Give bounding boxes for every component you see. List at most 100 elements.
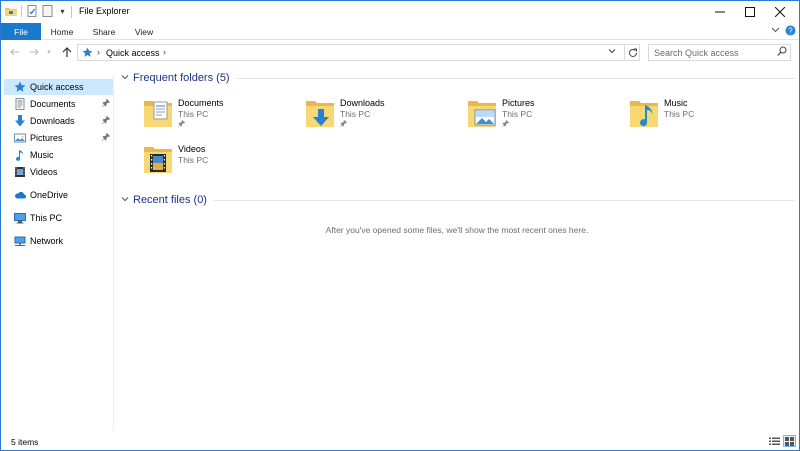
status-bar: 5 items (1, 433, 799, 450)
sidebar-item-documents[interactable]: Documents (4, 96, 113, 112)
address-bar[interactable]: › Quick access › (77, 44, 640, 61)
music-note-icon (14, 149, 26, 161)
download-arrow-icon (14, 115, 26, 127)
folder-tile-downloads[interactable]: Downloads This PC (305, 97, 455, 137)
title-divider (71, 6, 72, 18)
folder-tile-pictures[interactable]: Pictures This PC (467, 97, 617, 137)
sidebar-item-network[interactable]: Network (4, 233, 113, 249)
svg-text:?: ? (788, 26, 793, 35)
breadcrumb-chevron-icon[interactable]: › (97, 47, 100, 57)
pin-icon[interactable] (502, 120, 509, 129)
folder-app-icon[interactable] (5, 5, 17, 17)
forward-button[interactable] (27, 44, 41, 60)
quick-access-toolbar: ▾ (5, 5, 67, 17)
documents-folder-icon (14, 98, 26, 110)
qat-divider (21, 5, 22, 17)
sidebar-item-label: Videos (30, 167, 58, 177)
collapse-chevron-icon[interactable] (119, 73, 131, 83)
address-row: ▾ › Quick access › (1, 41, 799, 63)
up-button[interactable] (60, 44, 74, 60)
pin-icon[interactable] (102, 116, 110, 126)
folder-location: This PC (178, 109, 209, 119)
address-dropdown-icon[interactable] (608, 47, 616, 57)
folder-location: This PC (178, 155, 209, 165)
navigation-pane: Quick access Documents Downloads Picture… (1, 73, 114, 431)
folder-tile-music[interactable]: Music This PC (629, 97, 779, 137)
group-title: Frequent folders (5) (133, 72, 230, 84)
sidebar-item-label: Documents (30, 99, 76, 109)
expand-ribbon-icon[interactable] (771, 25, 780, 36)
content-pane: Frequent folders (5) Documents This PC D… (115, 63, 799, 433)
folder-location: This PC (664, 109, 695, 119)
folder-name: Pictures (502, 98, 535, 108)
quick-access-star-icon (82, 47, 93, 61)
folder-location: This PC (340, 109, 371, 119)
frequent-folders-group[interactable]: Frequent folders (5) (119, 72, 795, 84)
sidebar-item-label: OneDrive (30, 190, 69, 200)
search-input[interactable] (654, 47, 772, 58)
file-explorer-window: ▾ File Explorer File Home Share View ? ▾… (0, 0, 800, 451)
sidebar-item-pictures[interactable]: Pictures (4, 130, 113, 146)
sidebar-item-music[interactable]: Music (4, 147, 113, 163)
tab-file[interactable]: File (1, 23, 41, 40)
close-button[interactable] (763, 1, 797, 23)
properties-icon[interactable] (26, 5, 38, 17)
sidebar-item-label: Downloads (30, 116, 75, 126)
folder-name: Documents (178, 98, 224, 108)
back-button[interactable] (8, 44, 22, 60)
sidebar-item-quick-access[interactable]: Quick access (4, 79, 113, 95)
recent-locations-icon[interactable]: ▾ (44, 44, 54, 60)
sidebar-item-onedrive[interactable]: OneDrive (4, 187, 113, 203)
breadcrumb-quick-access[interactable]: Quick access (106, 48, 160, 58)
window-title: File Explorer (79, 6, 130, 16)
downloads-folder-icon (306, 101, 334, 127)
folder-location: This PC (502, 109, 533, 119)
sidebar-item-label: Quick access (30, 82, 84, 92)
folder-name: Music (664, 98, 688, 108)
sidebar-item-this-pc[interactable]: This PC (4, 210, 113, 226)
sidebar-item-label: This PC (30, 213, 63, 223)
sidebar-item-label: Network (30, 236, 64, 246)
sidebar-item-downloads[interactable]: Downloads (4, 113, 113, 129)
maximize-button[interactable] (733, 1, 767, 23)
pictures-folder-icon (14, 132, 26, 144)
tab-share[interactable]: Share (85, 23, 123, 40)
pin-icon[interactable] (340, 120, 347, 129)
search-icon[interactable] (777, 46, 787, 60)
tab-home[interactable]: Home (42, 23, 82, 40)
tab-view[interactable]: View (126, 23, 162, 40)
group-divider (212, 199, 795, 201)
details-view-button[interactable] (768, 435, 781, 447)
documents-folder-icon (144, 101, 172, 127)
sidebar-item-videos[interactable]: Videos (4, 164, 113, 180)
search-box[interactable] (648, 44, 791, 61)
monitor-icon (14, 212, 26, 224)
sidebar-item-label: Pictures (30, 133, 63, 143)
group-divider (235, 77, 795, 79)
pin-icon[interactable] (178, 120, 185, 129)
folder-name: Downloads (340, 98, 385, 108)
refresh-button[interactable] (624, 45, 640, 60)
pin-icon[interactable] (102, 133, 110, 143)
folder-name: Videos (178, 144, 206, 154)
large-icons-view-button[interactable] (783, 435, 796, 447)
videos-folder-icon (14, 166, 26, 178)
folder-tile-documents[interactable]: Documents This PC (143, 97, 293, 137)
collapse-chevron-icon[interactable] (119, 195, 131, 205)
help-icon[interactable]: ? (785, 25, 796, 38)
videos-folder-icon (144, 147, 172, 173)
customize-qat-icon[interactable]: ▾ (58, 7, 67, 16)
title-bar: ▾ File Explorer (1, 1, 799, 23)
ribbon-tabs: File Home Share View ? (1, 23, 799, 40)
folder-tile-videos[interactable]: Videos This PC (143, 143, 293, 183)
sidebar-item-label: Music (30, 150, 54, 160)
item-count: 5 items (11, 437, 39, 447)
recent-files-empty-message: After you've opened some files, we'll sh… (325, 225, 589, 235)
group-title: Recent files (0) (133, 194, 207, 206)
network-icon (14, 235, 26, 247)
new-folder-icon[interactable] (42, 5, 54, 17)
breadcrumb-chevron-icon[interactable]: › (163, 47, 166, 57)
recent-files-group[interactable]: Recent files (0) (119, 194, 795, 206)
minimize-button[interactable] (703, 1, 737, 23)
pin-icon[interactable] (102, 99, 110, 109)
